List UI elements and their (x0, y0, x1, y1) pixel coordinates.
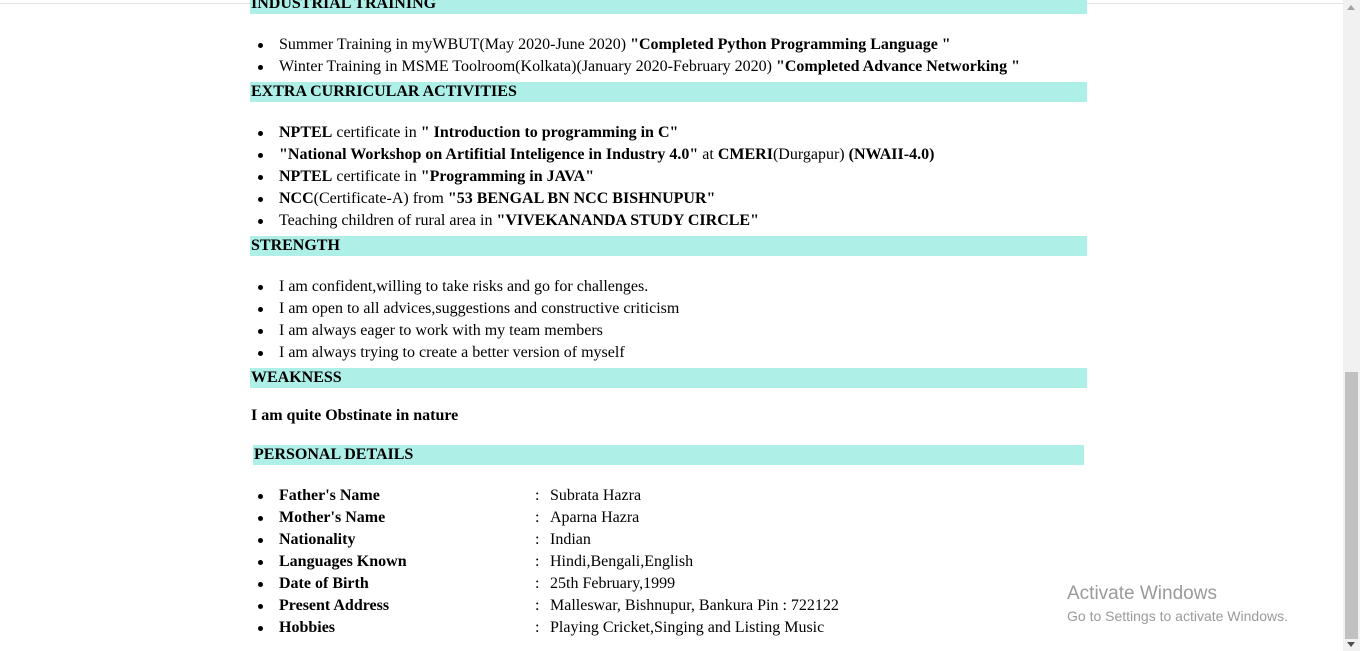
extra-curricular-list: NPTEL certificate in " Introduction to p… (250, 122, 934, 232)
vertical-scrollbar[interactable] (1343, 0, 1360, 651)
list-item: "National Workshop on Artifitial Intelig… (250, 144, 934, 166)
detail-label: Hobbies (279, 619, 336, 636)
detail-value: Aparna Hazra (550, 509, 640, 526)
detail-colon: : (535, 487, 540, 504)
personal-detail-row: Nationality: Indian (250, 529, 839, 551)
detail-value: Hindi,Bengali,English (550, 553, 694, 570)
weakness-header: WEAKNESS (250, 368, 1087, 388)
personal-details-header: PERSONAL DETAILS (253, 445, 1084, 465)
detail-colon: : (535, 619, 540, 636)
strength-header: STRENGTH (250, 236, 1087, 256)
detail-colon: : (535, 509, 540, 526)
personal-detail-row: Present Address: Malleswar, Bishnupur, Ba… (250, 595, 839, 617)
list-item: Teaching children of rural area in "VIVE… (250, 210, 934, 232)
list-item: I am always trying to create a better ve… (250, 342, 679, 364)
weakness-text: I am quite Obstinate in nature (251, 407, 459, 424)
industrial-training-list: Summer Training in myWBUT(May 2020-June … (250, 34, 1020, 78)
activate-windows-watermark: Activate Windows Go to Settings to activ… (1067, 583, 1288, 627)
personal-detail-row: Mother's Name: Aparna Hazra (250, 507, 839, 529)
industrial-training-header: INDUSTRIAL TRAINING (250, 0, 1087, 14)
personal-detail-row: Date of Birth:25th February,1999 (250, 573, 839, 595)
detail-value: 25th February,1999 (550, 575, 676, 592)
detail-label: Mother's Name (279, 509, 386, 526)
detail-colon: : (535, 531, 540, 548)
list-item: NCC(Certificate-A) from "53 BENGAL BN NC… (250, 188, 934, 210)
personal-detail-row: Father's Name: Subrata Hazra (250, 485, 839, 507)
list-item: I am confident,willing to take risks and… (250, 276, 679, 298)
scrollbar-thumb[interactable] (1345, 372, 1358, 639)
detail-label: Nationality (279, 531, 356, 548)
scroll-down-arrow-icon[interactable] (1347, 642, 1355, 647)
list-item: NPTEL certificate in " Introduction to p… (250, 122, 934, 144)
detail-value: Indian (550, 531, 591, 548)
detail-colon: : (535, 597, 540, 614)
detail-value: Malleswar, Bishnupur, Bankura Pin : 7221… (550, 597, 839, 614)
extra-curricular-header: EXTRA CURRICULAR ACTIVITIES (250, 82, 1087, 102)
detail-value: Subrata Hazra (550, 487, 642, 504)
watermark-title: Activate Windows (1067, 583, 1217, 604)
detail-label: Father's Name (279, 487, 380, 504)
list-item: NPTEL certificate in "Programming in JAV… (250, 166, 934, 188)
detail-value: Playing Cricket,Singing and Listing Musi… (550, 619, 825, 636)
list-item: Summer Training in myWBUT(May 2020-June … (250, 34, 1020, 56)
list-item: I am always eager to work with my team m… (250, 320, 679, 342)
personal-details-list: Father's Name: Subrata Hazra Mother's Nam… (250, 485, 839, 639)
scroll-up-arrow-icon[interactable] (1347, 5, 1355, 10)
personal-detail-row: Hobbies: Playing Cricket,Singing and List… (250, 617, 839, 639)
detail-colon: : (535, 575, 540, 592)
personal-detail-row: Languages Known: Hindi,Bengali,English (250, 551, 839, 573)
strength-list: I am confident,willing to take risks and… (250, 276, 679, 364)
detail-label: Languages Known (279, 553, 407, 570)
detail-label: Date of Birth (279, 575, 369, 592)
detail-label: Present Address (279, 597, 390, 614)
list-item: Winter Training in MSME Toolroom(Kolkata… (250, 56, 1020, 78)
detail-colon: : (535, 553, 540, 570)
watermark-subtitle: Go to Settings to activate Windows. (1067, 608, 1288, 624)
list-item: I am open to all advices,suggestions and… (250, 298, 679, 320)
